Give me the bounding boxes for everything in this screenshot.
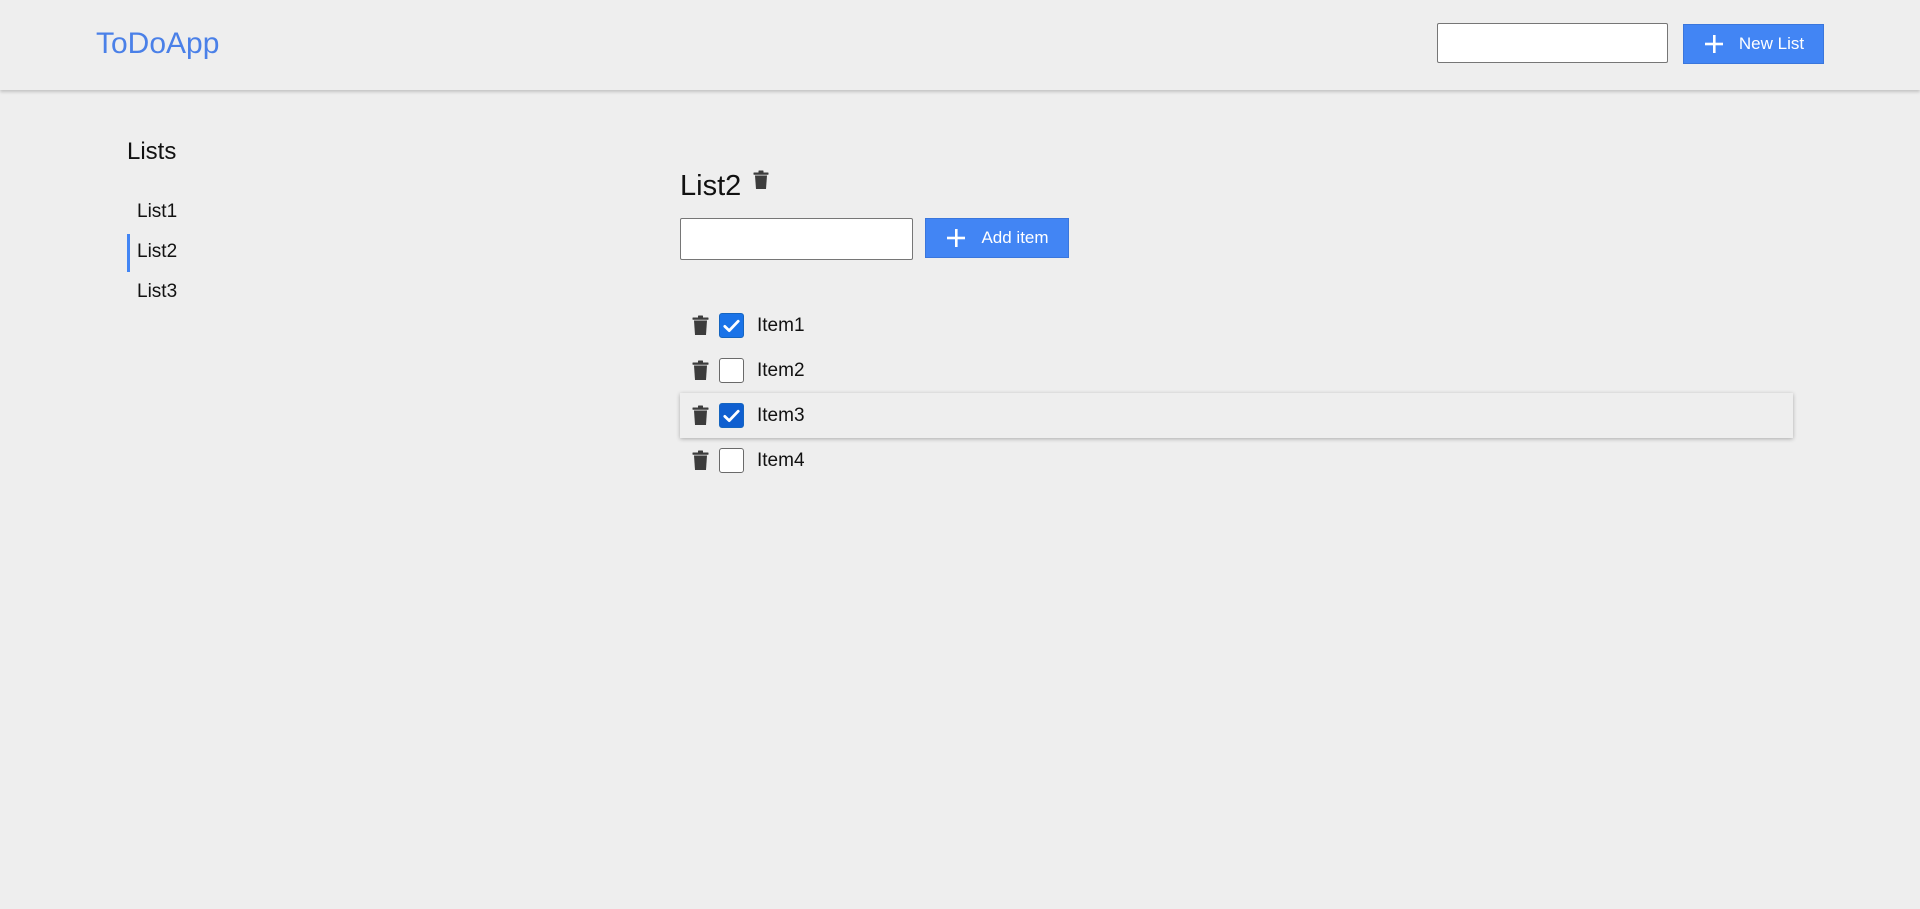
todo-item: Item1 [680,303,1793,348]
item-label: Item2 [757,359,805,381]
trash-icon[interactable] [692,450,709,471]
sidebar-item-list3[interactable]: List3 [127,272,427,312]
item-label: Item3 [757,404,805,426]
app-brand: ToDoApp [96,27,220,60]
todo-item: Item3 [680,393,1793,438]
app-header: ToDoApp New List [0,0,1920,90]
item-checkbox[interactable] [719,448,744,473]
trash-icon[interactable] [692,405,709,426]
new-list-button[interactable]: New List [1683,24,1824,64]
trash-icon[interactable] [753,170,769,190]
item-checkbox[interactable] [719,358,744,383]
todo-items: Item1 Item2 Item3 Item4 [680,303,1793,483]
sidebar-list: List1 List2 List3 [127,192,427,312]
item-label: Item4 [757,449,805,471]
add-item-button[interactable]: Add item [925,218,1069,258]
trash-icon[interactable] [692,315,709,336]
add-item-input[interactable] [680,218,913,260]
new-list-button-label: New List [1738,34,1805,53]
list-panel: List2 Add item Item1 Item2 Item3 Item4 [680,163,1793,473]
check-icon [723,319,740,332]
sidebar: Lists List1 List2 List3 [127,136,427,312]
new-list-input[interactable] [1437,23,1668,63]
sidebar-title: Lists [127,138,177,165]
trash-icon[interactable] [692,360,709,381]
plus-icon [947,229,966,247]
todo-item: Item2 [680,348,1793,393]
todo-item: Item4 [680,438,1793,483]
check-icon [723,409,740,422]
add-item-button-label: Add item [981,228,1049,247]
list-title: List2 [680,170,742,202]
list-heading: List2 [680,163,1793,209]
item-checkbox[interactable] [719,313,744,338]
item-checkbox[interactable] [719,403,744,428]
sidebar-item-list2[interactable]: List2 [127,232,427,272]
sidebar-item-list1[interactable]: List1 [127,192,427,232]
item-label: Item1 [757,314,805,336]
plus-icon [1704,35,1723,53]
add-item-row: Add item [680,218,1793,260]
